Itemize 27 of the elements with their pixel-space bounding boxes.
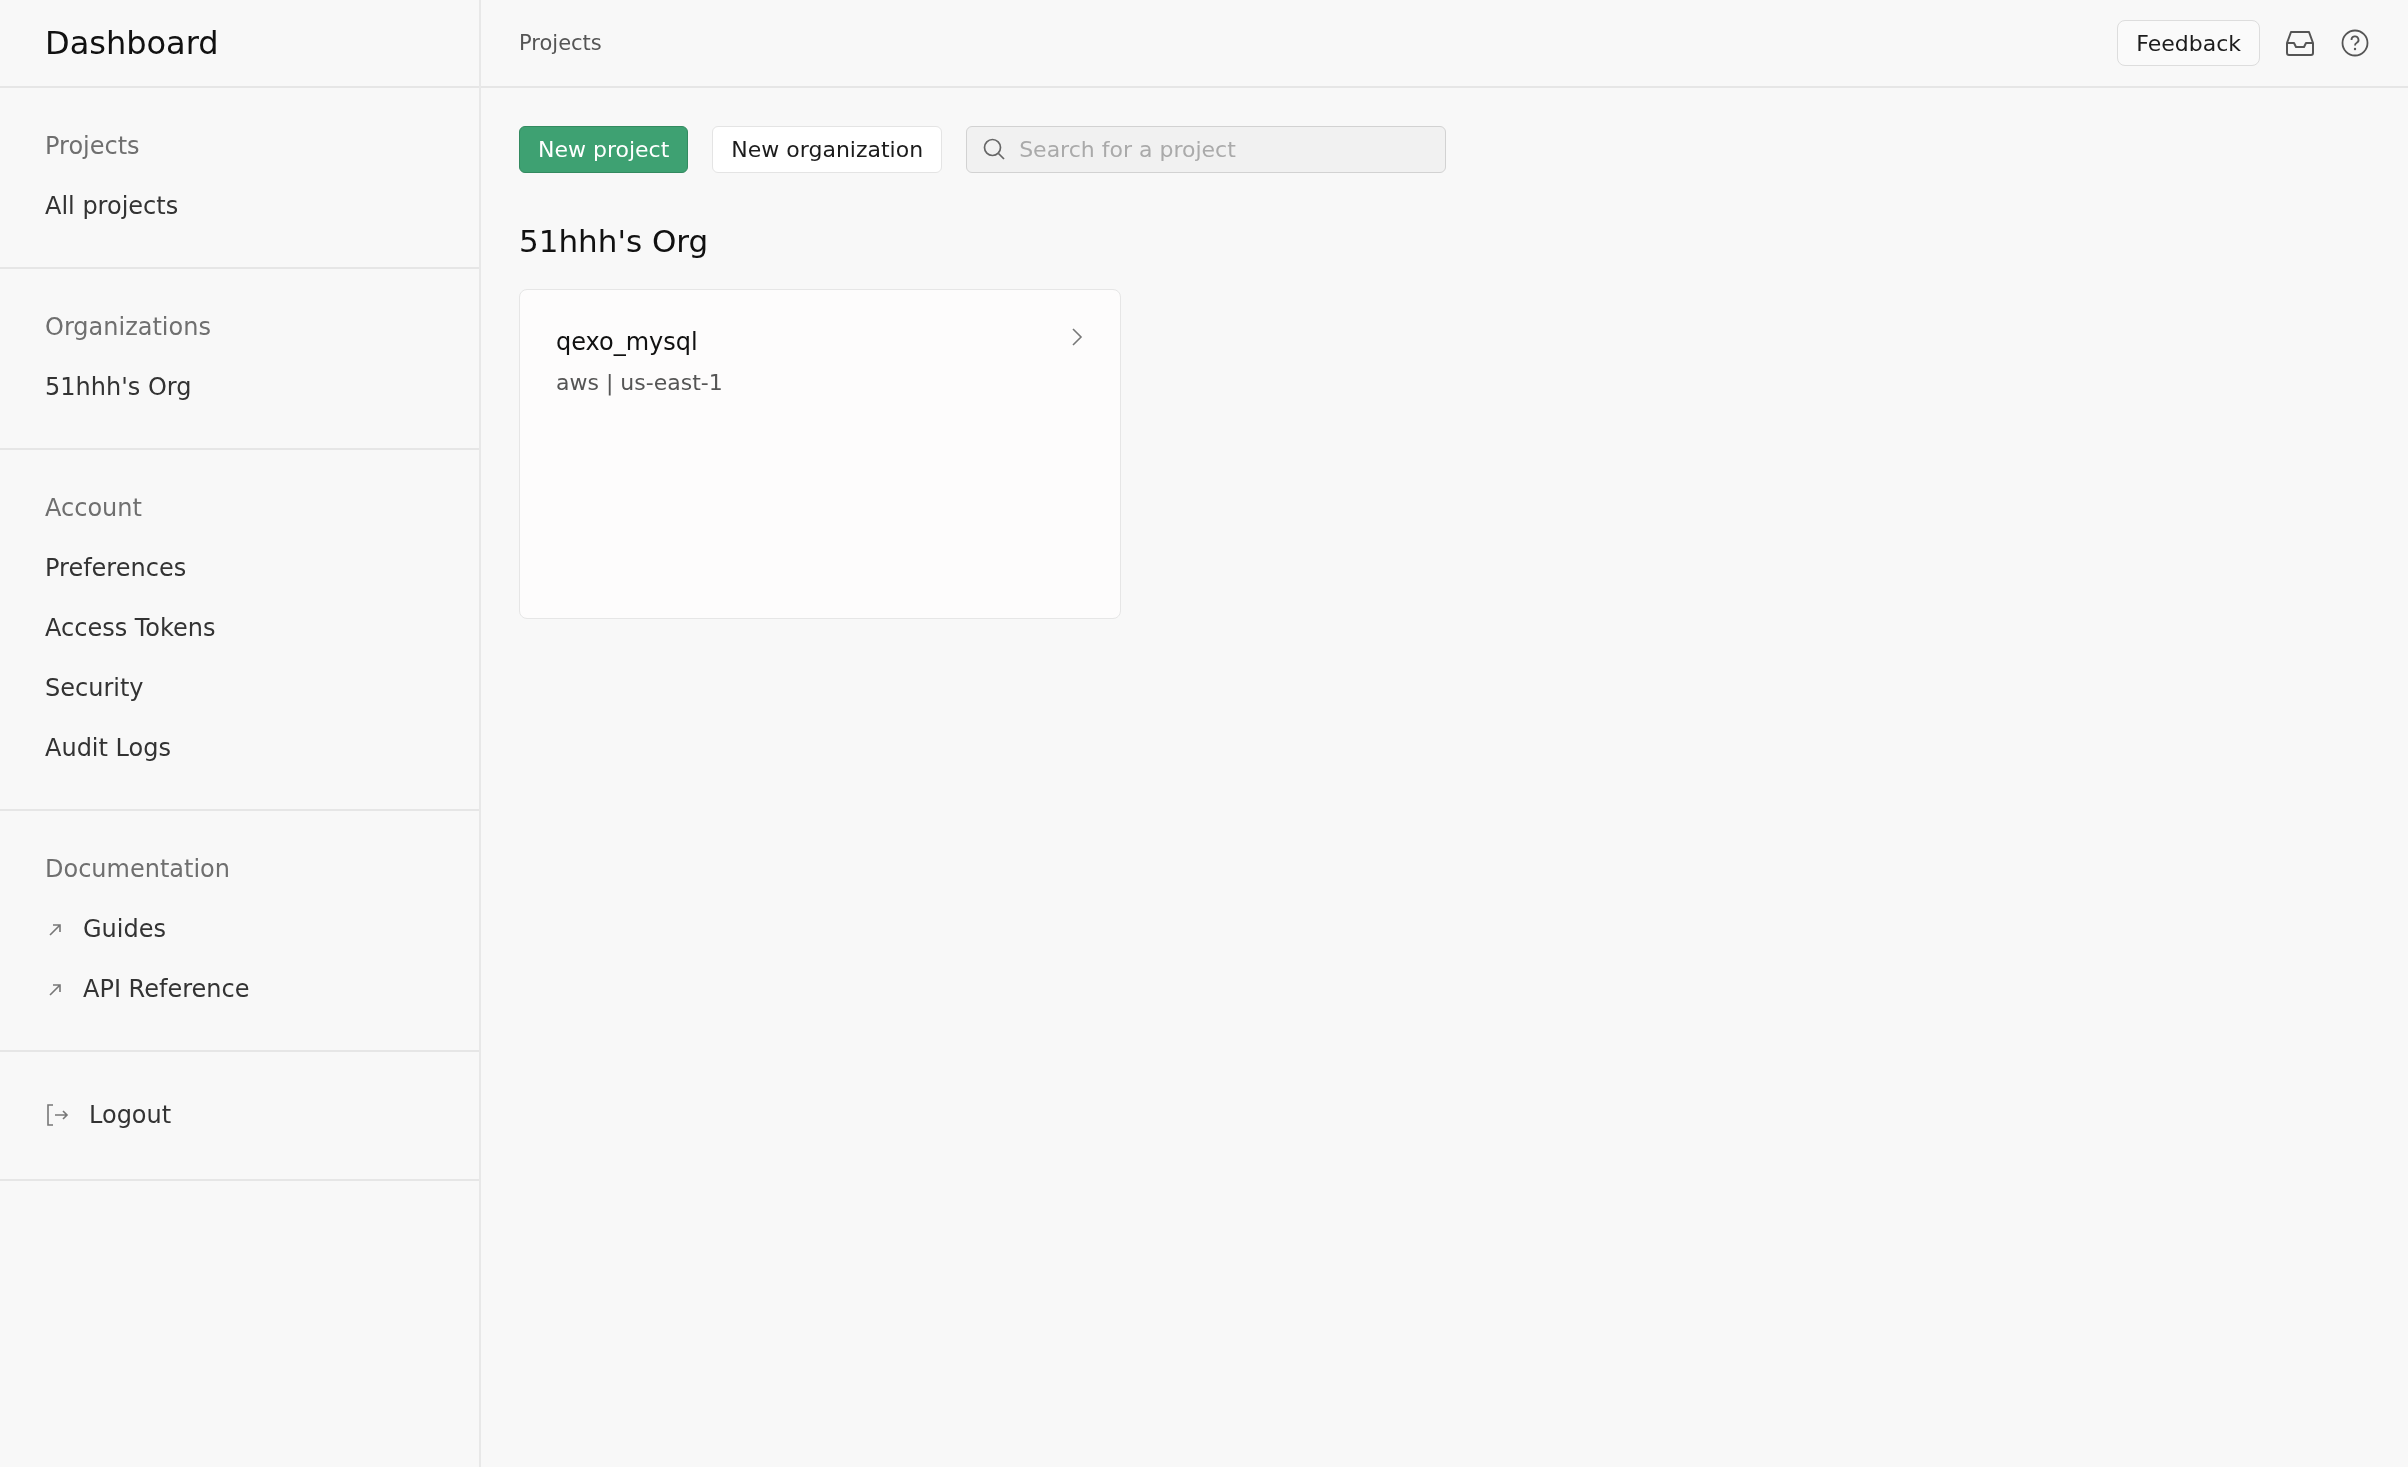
help-icon[interactable] xyxy=(2340,28,2370,58)
project-region: aws | us-east-1 xyxy=(556,370,723,395)
logout-icon xyxy=(45,1102,71,1128)
section-heading: Documentation xyxy=(45,855,230,883)
sidebar-item[interactable]: Audit Logs xyxy=(45,734,171,762)
chevron-right-icon xyxy=(1070,326,1084,348)
section-heading: Organizations xyxy=(45,313,211,341)
sidebar-item[interactable]: API Reference xyxy=(83,975,250,1003)
section-heading: Account xyxy=(45,494,142,522)
sidebar-item[interactable]: Guides xyxy=(83,915,166,943)
new-organization-button[interactable]: New organization xyxy=(712,126,943,173)
sidebar-item[interactable]: 51hhh's Org xyxy=(45,373,192,401)
search-icon xyxy=(982,137,1007,161)
sidebar-item[interactable]: Security xyxy=(45,674,144,702)
search-field[interactable]: Search for a project xyxy=(966,126,1447,173)
project-name: qexo_mysql xyxy=(556,328,698,356)
section-heading: Projects xyxy=(45,132,140,160)
sidebar-item[interactable]: Access Tokens xyxy=(45,614,216,642)
breadcrumb[interactable]: Projects xyxy=(519,31,602,55)
project-card[interactable]: qexo_mysql aws | us-east-1 xyxy=(519,289,1121,619)
organization-heading: 51hhh's Org xyxy=(519,223,709,259)
sidebar-item[interactable]: Logout xyxy=(89,1101,172,1129)
inbox-icon[interactable] xyxy=(2284,29,2316,57)
app-title: Dashboard xyxy=(45,24,219,62)
sidebar-item[interactable]: Preferences xyxy=(45,554,187,582)
sidebar-item[interactable]: All projects xyxy=(45,192,179,220)
feedback-button[interactable]: Feedback xyxy=(2117,20,2260,66)
